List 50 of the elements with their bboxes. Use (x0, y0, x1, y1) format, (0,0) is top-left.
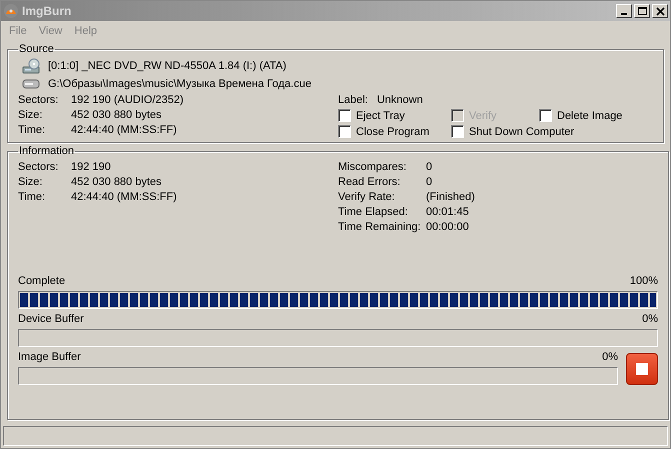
field-value: 192 190 (71, 161, 112, 173)
minimize-button[interactable] (616, 4, 632, 18)
field-label: Time Elapsed: (338, 206, 409, 218)
field-value: 0 (426, 176, 434, 188)
field-value: Unknown (376, 94, 423, 106)
field-label: Verify Rate: (338, 191, 396, 203)
group-title: Information (18, 145, 76, 157)
field-label: Sectors: (18, 94, 60, 106)
field-label: Time: (18, 124, 46, 136)
field-value: 0 (426, 161, 434, 173)
progress-percent: 0% (602, 351, 618, 365)
hard-drive-icon (22, 79, 40, 89)
image-file-path: G:\Образы\Images\music\Музыка Времена Года.cue (48, 78, 312, 90)
field-label: Label: (338, 94, 368, 106)
field-value: 42:44:40 (MM:SS:FF) (71, 124, 178, 136)
progress-label: Image Buffer (18, 351, 81, 365)
field-value: (Finished) (426, 191, 476, 203)
optical-drive-icon (22, 58, 40, 74)
option-checkbox[interactable]: Delete Image (539, 109, 622, 122)
progress-label: Complete (18, 275, 66, 289)
field-label: Miscompares: (338, 161, 408, 173)
drive-name: [0:1:0] _NEC DVD_RW ND-4550A 1.84 (I:) (ATA) (48, 60, 286, 72)
stop-icon (636, 363, 648, 375)
progress-label: Device Buffer (18, 313, 84, 327)
field-value: 452 030 880 bytes (71, 176, 163, 188)
stop-button[interactable] (626, 353, 658, 385)
field-value: 192 190 (AUDIO/2352) (71, 94, 185, 106)
field-value: 00:00:00 (426, 221, 470, 233)
close-button[interactable] (652, 4, 668, 18)
minimize-icon (621, 13, 627, 15)
close-icon (656, 6, 664, 16)
field-label: Time Remaining: (338, 221, 422, 233)
field-value: 00:01:45 (426, 206, 470, 218)
field-value: 452 030 880 bytes (71, 109, 163, 121)
field-label: Size: (18, 176, 44, 188)
progress-percent: 0% (642, 313, 658, 327)
option-checkbox[interactable]: Close Program (338, 125, 430, 138)
maximize-icon (638, 6, 646, 16)
option-checkbox[interactable]: Eject Tray (338, 109, 405, 122)
group-title: Source (18, 43, 55, 55)
maximize-button[interactable] (634, 4, 650, 18)
field-value: 42:44:40 (MM:SS:FF) (71, 191, 178, 203)
window-title: ImgBurn (22, 4, 72, 18)
field-label: Sectors: (18, 161, 60, 173)
field-label: Read Errors: (338, 176, 402, 188)
field-label: Size: (18, 109, 44, 121)
flame-disc-icon (3, 3, 19, 19)
field-label: Time: (18, 191, 46, 203)
progress-percent: 100% (630, 275, 658, 289)
option-checkbox[interactable]: Shut Down Computer (451, 125, 574, 138)
